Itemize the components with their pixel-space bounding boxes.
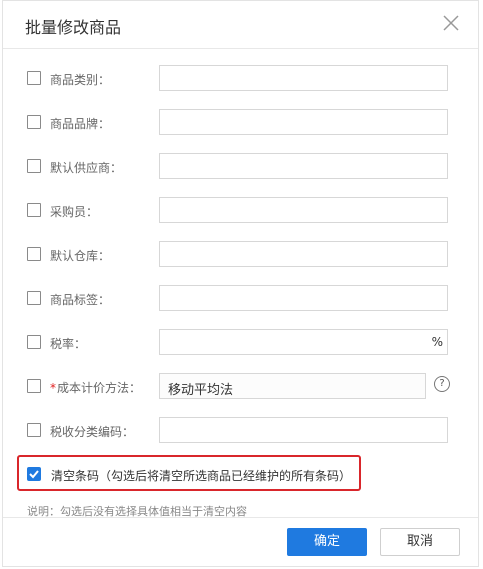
- brand-label: 商品品牌：: [50, 117, 111, 131]
- tax-code-input[interactable]: [159, 417, 448, 443]
- buyer-select[interactable]: [159, 197, 448, 223]
- supplier-checkbox[interactable]: [27, 159, 41, 173]
- tax-rate-label: 税率：: [50, 337, 87, 351]
- check-icon: [29, 470, 39, 479]
- cost-method-label: *成本计价方法：: [50, 379, 141, 396]
- cost-method-select[interactable]: 移动平均法: [159, 373, 426, 399]
- row-buyer: 采购员：: [3, 197, 478, 225]
- dialog-footer: 确定 取消: [3, 517, 478, 566]
- row-brand: 商品品牌：: [3, 109, 478, 137]
- tags-checkbox[interactable]: [27, 291, 41, 305]
- clear-barcode-label: 清空条码（勾选后将清空所选商品已经维护的所有条码）: [51, 469, 352, 483]
- buyer-label: 采购员：: [50, 205, 99, 219]
- clear-barcode-checkbox[interactable]: [27, 467, 41, 481]
- brand-checkbox[interactable]: [27, 115, 41, 129]
- row-tax-code: 税收分类编码：: [3, 417, 478, 445]
- warehouse-checkbox[interactable]: [27, 247, 41, 261]
- ok-button[interactable]: 确定: [287, 528, 367, 556]
- cost-method-label-text: 成本计价方法：: [57, 381, 142, 395]
- cost-method-checkbox[interactable]: [27, 379, 41, 393]
- category-checkbox[interactable]: [27, 71, 41, 85]
- category-label: 商品类别：: [50, 73, 111, 87]
- row-tax-rate: 税率： %: [3, 329, 478, 357]
- dialog-title: 批量修改商品: [25, 18, 122, 37]
- tax-rate-input[interactable]: %: [159, 329, 448, 355]
- batch-edit-dialog: 批量修改商品 商品类别： 商品品牌： 默认供应商： 采购员： 默认仓库： 商品标…: [2, 0, 479, 567]
- tax-code-label: 税收分类编码：: [50, 425, 135, 439]
- brand-select[interactable]: [159, 109, 448, 135]
- dialog-header: 批量修改商品: [3, 1, 478, 49]
- row-tags: 商品标签：: [3, 285, 478, 313]
- warehouse-label: 默认仓库：: [50, 249, 111, 263]
- supplier-select[interactable]: [159, 153, 448, 179]
- close-icon[interactable]: [442, 14, 460, 32]
- cost-method-value: 移动平均法: [168, 383, 234, 398]
- warehouse-select[interactable]: [159, 241, 448, 267]
- row-category: 商品类别：: [3, 65, 478, 93]
- row-supplier: 默认供应商：: [3, 153, 478, 181]
- category-select[interactable]: [159, 65, 448, 91]
- row-cost-method: *成本计价方法： 移动平均法 ?: [3, 373, 478, 401]
- tags-label: 商品标签：: [50, 293, 111, 307]
- cancel-button[interactable]: 取消: [380, 528, 460, 556]
- supplier-label: 默认供应商：: [50, 161, 123, 175]
- tax-code-checkbox[interactable]: [27, 423, 41, 437]
- question-circle-icon[interactable]: ?: [434, 376, 450, 392]
- required-mark: *: [50, 381, 56, 395]
- tags-select[interactable]: [159, 285, 448, 311]
- percent-suffix: %: [431, 335, 443, 349]
- buyer-checkbox[interactable]: [27, 203, 41, 217]
- row-warehouse: 默认仓库：: [3, 241, 478, 269]
- tax-rate-checkbox[interactable]: [27, 335, 41, 349]
